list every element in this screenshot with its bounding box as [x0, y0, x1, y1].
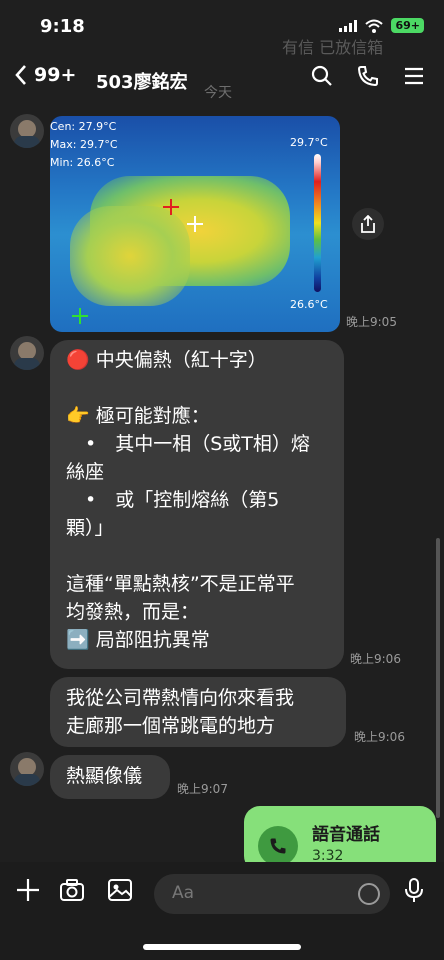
message-bubble[interactable]: 我從公司帶熱情向你來看我 走廊那一個常跳電的地方	[50, 677, 346, 747]
chevron-left-icon	[15, 65, 26, 85]
share-icon	[361, 215, 375, 233]
message-line: • 或「控制熔絲（第5	[66, 489, 280, 511]
center-temp: Cen: 27.9°C	[50, 120, 117, 133]
avatar[interactable]	[10, 114, 44, 148]
wifi-icon	[365, 19, 384, 33]
plus-icon[interactable]	[14, 876, 42, 904]
message-line: 絲座	[66, 461, 105, 483]
search-icon[interactable]	[310, 64, 334, 88]
image-icon[interactable]	[106, 876, 134, 904]
back-button[interactable]: 99+	[14, 64, 76, 86]
message-line: 熱顯像儀	[66, 765, 143, 787]
message-timestamp: 晚上9:06	[354, 730, 405, 744]
min-temp: Min: 26.6°C	[50, 156, 115, 169]
call-title: 語音通話	[312, 825, 380, 845]
message-line: 這種“單點熱核”不是正常平	[66, 573, 295, 595]
message-line: 顆）」	[66, 517, 114, 539]
message-line: ➡️ 局部阻抗異常	[66, 629, 210, 651]
message-input-placeholder: Aa	[172, 883, 195, 903]
message-timestamp: 晚上9:05	[346, 315, 397, 329]
message-timestamp: 晚上9:06	[350, 652, 401, 666]
center-crosshair-icon	[187, 216, 203, 232]
date-divider: 今天	[204, 85, 232, 101]
composer-bar: Aa	[0, 862, 444, 960]
message-timestamp: 晚上9:07	[177, 782, 228, 796]
battery-indicator: 69+	[391, 18, 424, 33]
camera-icon[interactable]	[58, 876, 86, 904]
message-line: 走廊那一個常跳電的地方	[66, 715, 276, 737]
faded-message: 有信 已放信箱	[282, 38, 384, 57]
unread-count: 99+	[34, 64, 77, 86]
scale-max-label: 29.7°C	[290, 136, 328, 149]
message-line: 均發熱，而是：	[66, 601, 200, 623]
avatar[interactable]	[10, 336, 44, 370]
microphone-icon[interactable]	[400, 876, 428, 904]
message-line	[66, 374, 328, 402]
max-temp: Max: 29.7°C	[50, 138, 118, 151]
message-bubble[interactable]: 🔴 中央偏熱（紅十字） 👉 極可能對應： • 其中一相（S或T相）熔 絲座 • …	[50, 340, 344, 669]
temperature-scale	[314, 154, 321, 292]
avatar[interactable]	[10, 752, 44, 786]
status-icons: 69+	[339, 18, 424, 33]
message-line	[66, 542, 328, 570]
emoji-icon[interactable]	[358, 883, 380, 905]
message-line: 我從公司帶熱情向你來看我	[66, 687, 295, 709]
max-crosshair-icon	[163, 199, 179, 215]
header-actions	[310, 64, 426, 88]
phone-icon[interactable]	[356, 64, 380, 88]
signal-icon	[339, 19, 358, 32]
home-indicator	[143, 944, 301, 950]
chat-title: 503廖銘宏	[96, 72, 188, 93]
thermal-image[interactable]: Cen: 27.9°C Max: 29.7°C Min: 26.6°C 29.7…	[50, 116, 340, 332]
phone-icon	[258, 826, 298, 866]
scale-min-label: 26.6°C	[290, 298, 328, 311]
min-crosshair-icon	[72, 308, 88, 324]
share-button[interactable]	[352, 208, 384, 240]
clock: 9:18	[40, 16, 85, 37]
message-bubble[interactable]: 熱顯像儀	[50, 755, 170, 799]
scrollbar[interactable]	[436, 538, 440, 818]
message-line: 👉 極可能對應：	[66, 405, 210, 427]
message-line: • 其中一相（S或T相）熔	[66, 433, 310, 455]
message-line: 🔴 中央偏熱（紅十字）	[66, 349, 267, 371]
menu-icon[interactable]	[402, 64, 426, 88]
message-input[interactable]: Aa	[154, 874, 390, 914]
warm-region	[70, 206, 190, 306]
